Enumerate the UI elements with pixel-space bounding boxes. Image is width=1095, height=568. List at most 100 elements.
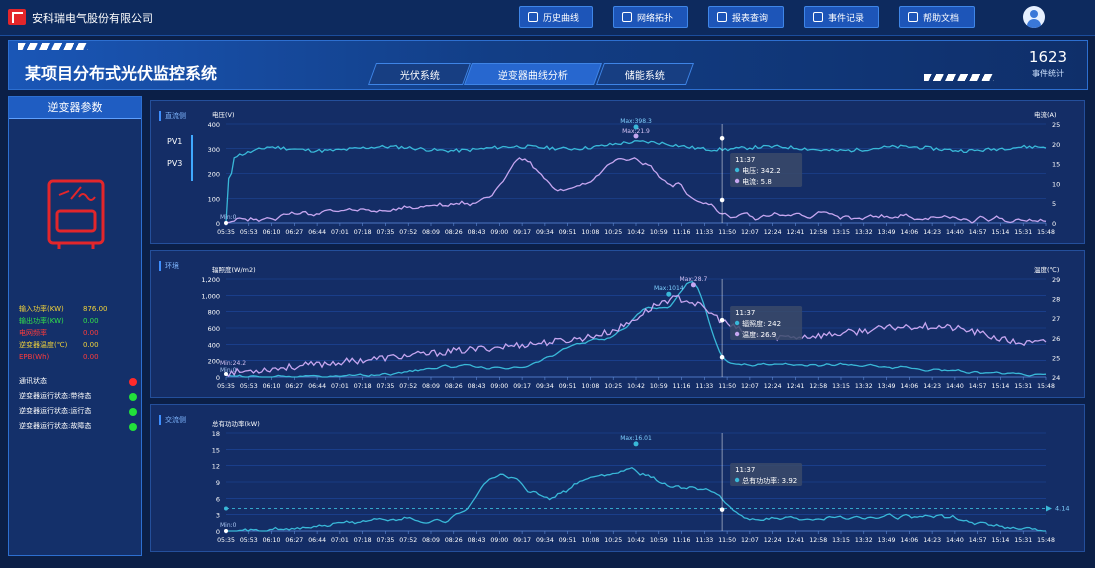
x-tick-label: 15:31	[1014, 383, 1032, 390]
status-dot	[129, 377, 137, 386]
x-tick-label: 08:09	[422, 537, 440, 544]
y-tick-label: 600	[208, 325, 220, 333]
nav-report-button[interactable]: 报表查询	[708, 6, 784, 28]
x-tick-label: 13:15	[832, 537, 850, 544]
x-tick-label: 09:00	[490, 383, 508, 390]
x-tick-label: 09:17	[513, 537, 531, 544]
status-dot	[129, 422, 137, 431]
header-stripes-right	[924, 74, 994, 81]
status-row: 逆变器运行状态:故障态	[19, 419, 137, 434]
tab-pv-system[interactable]: 光伏系统	[367, 63, 472, 85]
status-dot	[129, 407, 137, 416]
x-tick-label: 12:24	[764, 383, 782, 390]
x-tick-label: 14:23	[923, 537, 941, 544]
y2-tick-label: 25	[1052, 354, 1060, 362]
event-icon	[813, 12, 823, 22]
x-tick-label: 05:35	[217, 383, 235, 390]
x-tick-label: 10:25	[604, 229, 622, 236]
x-tick-label: 10:59	[650, 537, 668, 544]
x-tick-label: 10:42	[627, 537, 645, 544]
param-row: 输出功率(KW) 0.00	[19, 315, 139, 327]
status-row: 逆变器运行状态:带待态	[19, 389, 137, 404]
cursor-point	[719, 136, 725, 141]
nav-history-button[interactable]: 历史曲线	[519, 6, 593, 28]
x-tick-label: 05:53	[240, 229, 258, 236]
x-tick-label: 10:59	[650, 383, 668, 390]
x-tick-label: 10:08	[582, 383, 600, 390]
x-tick-label: 07:35	[377, 383, 395, 390]
x-tick-label: 09:00	[490, 229, 508, 236]
x-tick-label: 13:49	[878, 537, 896, 544]
y2-tick-label: 27	[1052, 315, 1060, 323]
param-key: 电网频率	[19, 329, 47, 337]
tab-storage-system[interactable]: 储能系统	[595, 63, 695, 85]
tooltip-marker	[734, 167, 740, 173]
tooltip-row: 总有功功率: 3.92	[742, 476, 797, 485]
x-tick-label: 14:23	[923, 229, 941, 236]
min-label: Min:0	[220, 214, 237, 221]
y2-tick-label: 5	[1052, 200, 1056, 208]
y-axis-label: 电压(V)	[212, 110, 235, 119]
x-tick-label: 06:44	[308, 229, 326, 236]
x-tick-label: 12:41	[787, 229, 805, 236]
max-marker	[633, 441, 639, 447]
status-row: 逆变器运行状态:运行态	[19, 404, 137, 419]
x-tick-label: 05:35	[217, 537, 235, 544]
dc-chart[interactable]: 0 100 200 300 400 0 5 10 15 20 25 电压(V) 电流(A) 05:35 05…	[151, 101, 1086, 245]
param-key: EPB(Wh)	[19, 353, 50, 361]
y-tick-label: 6	[216, 495, 220, 503]
tooltip-row: 辐照度: 242	[742, 319, 781, 328]
status-dot	[129, 392, 137, 401]
tooltip-time: 11:37	[735, 309, 755, 317]
nav-topology-button[interactable]: 网络拓扑	[613, 6, 688, 28]
x-tick-label: 12:58	[809, 537, 827, 544]
ac-chart[interactable]: 0 3 6 9 12 15 18 总有功功率(kW) 05:35 05:53 06:10 06:27 0…	[151, 405, 1086, 553]
x-tick-label: 15:48	[1037, 383, 1055, 390]
x-tick-label: 15:48	[1037, 229, 1055, 236]
voltage-line	[225, 140, 1047, 224]
x-tick-label: 14:57	[969, 229, 987, 236]
x-tick-label: 06:10	[263, 537, 281, 544]
nav-event-button[interactable]: 事件记录	[804, 6, 879, 28]
env-chart[interactable]: 0 200 400 600 800 1,000 1,200 24 25 26 27 28 29 辐照度(W…	[151, 251, 1086, 399]
x-tick-label: 12:24	[764, 229, 782, 236]
x-tick-label: 11:50	[718, 537, 736, 544]
y2-tick-label: 10	[1052, 180, 1060, 188]
tooltip-row: 温度: 26.9	[742, 330, 776, 339]
x-tick-label: 10:42	[627, 229, 645, 236]
param-row: 输入功率(KW) 876.00	[19, 303, 139, 315]
search-icon	[717, 12, 727, 22]
inverter-icon	[47, 179, 105, 249]
y-tick-label: 100	[208, 195, 220, 203]
x-tick-label: 15:14	[992, 229, 1010, 236]
tooltip-marker	[734, 331, 740, 337]
x-tick-label: 14:40	[946, 383, 964, 390]
y2-axis-label: 电流(A)	[1034, 110, 1057, 119]
y-tick-label: 200	[208, 171, 220, 179]
x-tick-label: 07:52	[399, 537, 417, 544]
x-tick-label: 08:43	[468, 537, 486, 544]
x-tick-label: 07:18	[354, 383, 372, 390]
x-tick-label: 07:01	[331, 383, 349, 390]
env-chart-panel: 环境 0 200 400 600 800 1,000 1,200 24 25 26 27 28 29 辐照…	[150, 250, 1085, 398]
x-tick-label: 07:01	[331, 229, 349, 236]
status-list: 通讯状态 逆变器运行状态:带待态 逆变器运行状态:运行态 逆变器运行状态:故障态	[19, 374, 137, 434]
y-tick-label: 200	[208, 358, 220, 366]
user-avatar[interactable]	[1023, 6, 1045, 28]
average-label: 4.14	[1055, 504, 1069, 512]
nav-help-button[interactable]: 帮助文档	[899, 6, 975, 28]
x-tick-label: 11:33	[695, 383, 713, 390]
param-key: 输出功率(KW)	[19, 317, 64, 325]
y-tick-label: 3	[216, 512, 220, 520]
event-stats[interactable]: 1623 事件统计	[1018, 48, 1078, 79]
tab-inverter-curve[interactable]: 逆变器曲线分析	[463, 63, 603, 85]
x-tick-label: 12:24	[764, 537, 782, 544]
x-tick-label: 10:25	[604, 537, 622, 544]
cursor-point	[719, 354, 725, 360]
x-tick-label: 08:09	[422, 229, 440, 236]
y-tick-label: 18	[212, 430, 220, 438]
max-marker	[666, 291, 672, 297]
param-value: 0.00	[83, 329, 99, 337]
tooltip-marker	[734, 477, 740, 483]
x-tick-label: 12:58	[809, 383, 827, 390]
